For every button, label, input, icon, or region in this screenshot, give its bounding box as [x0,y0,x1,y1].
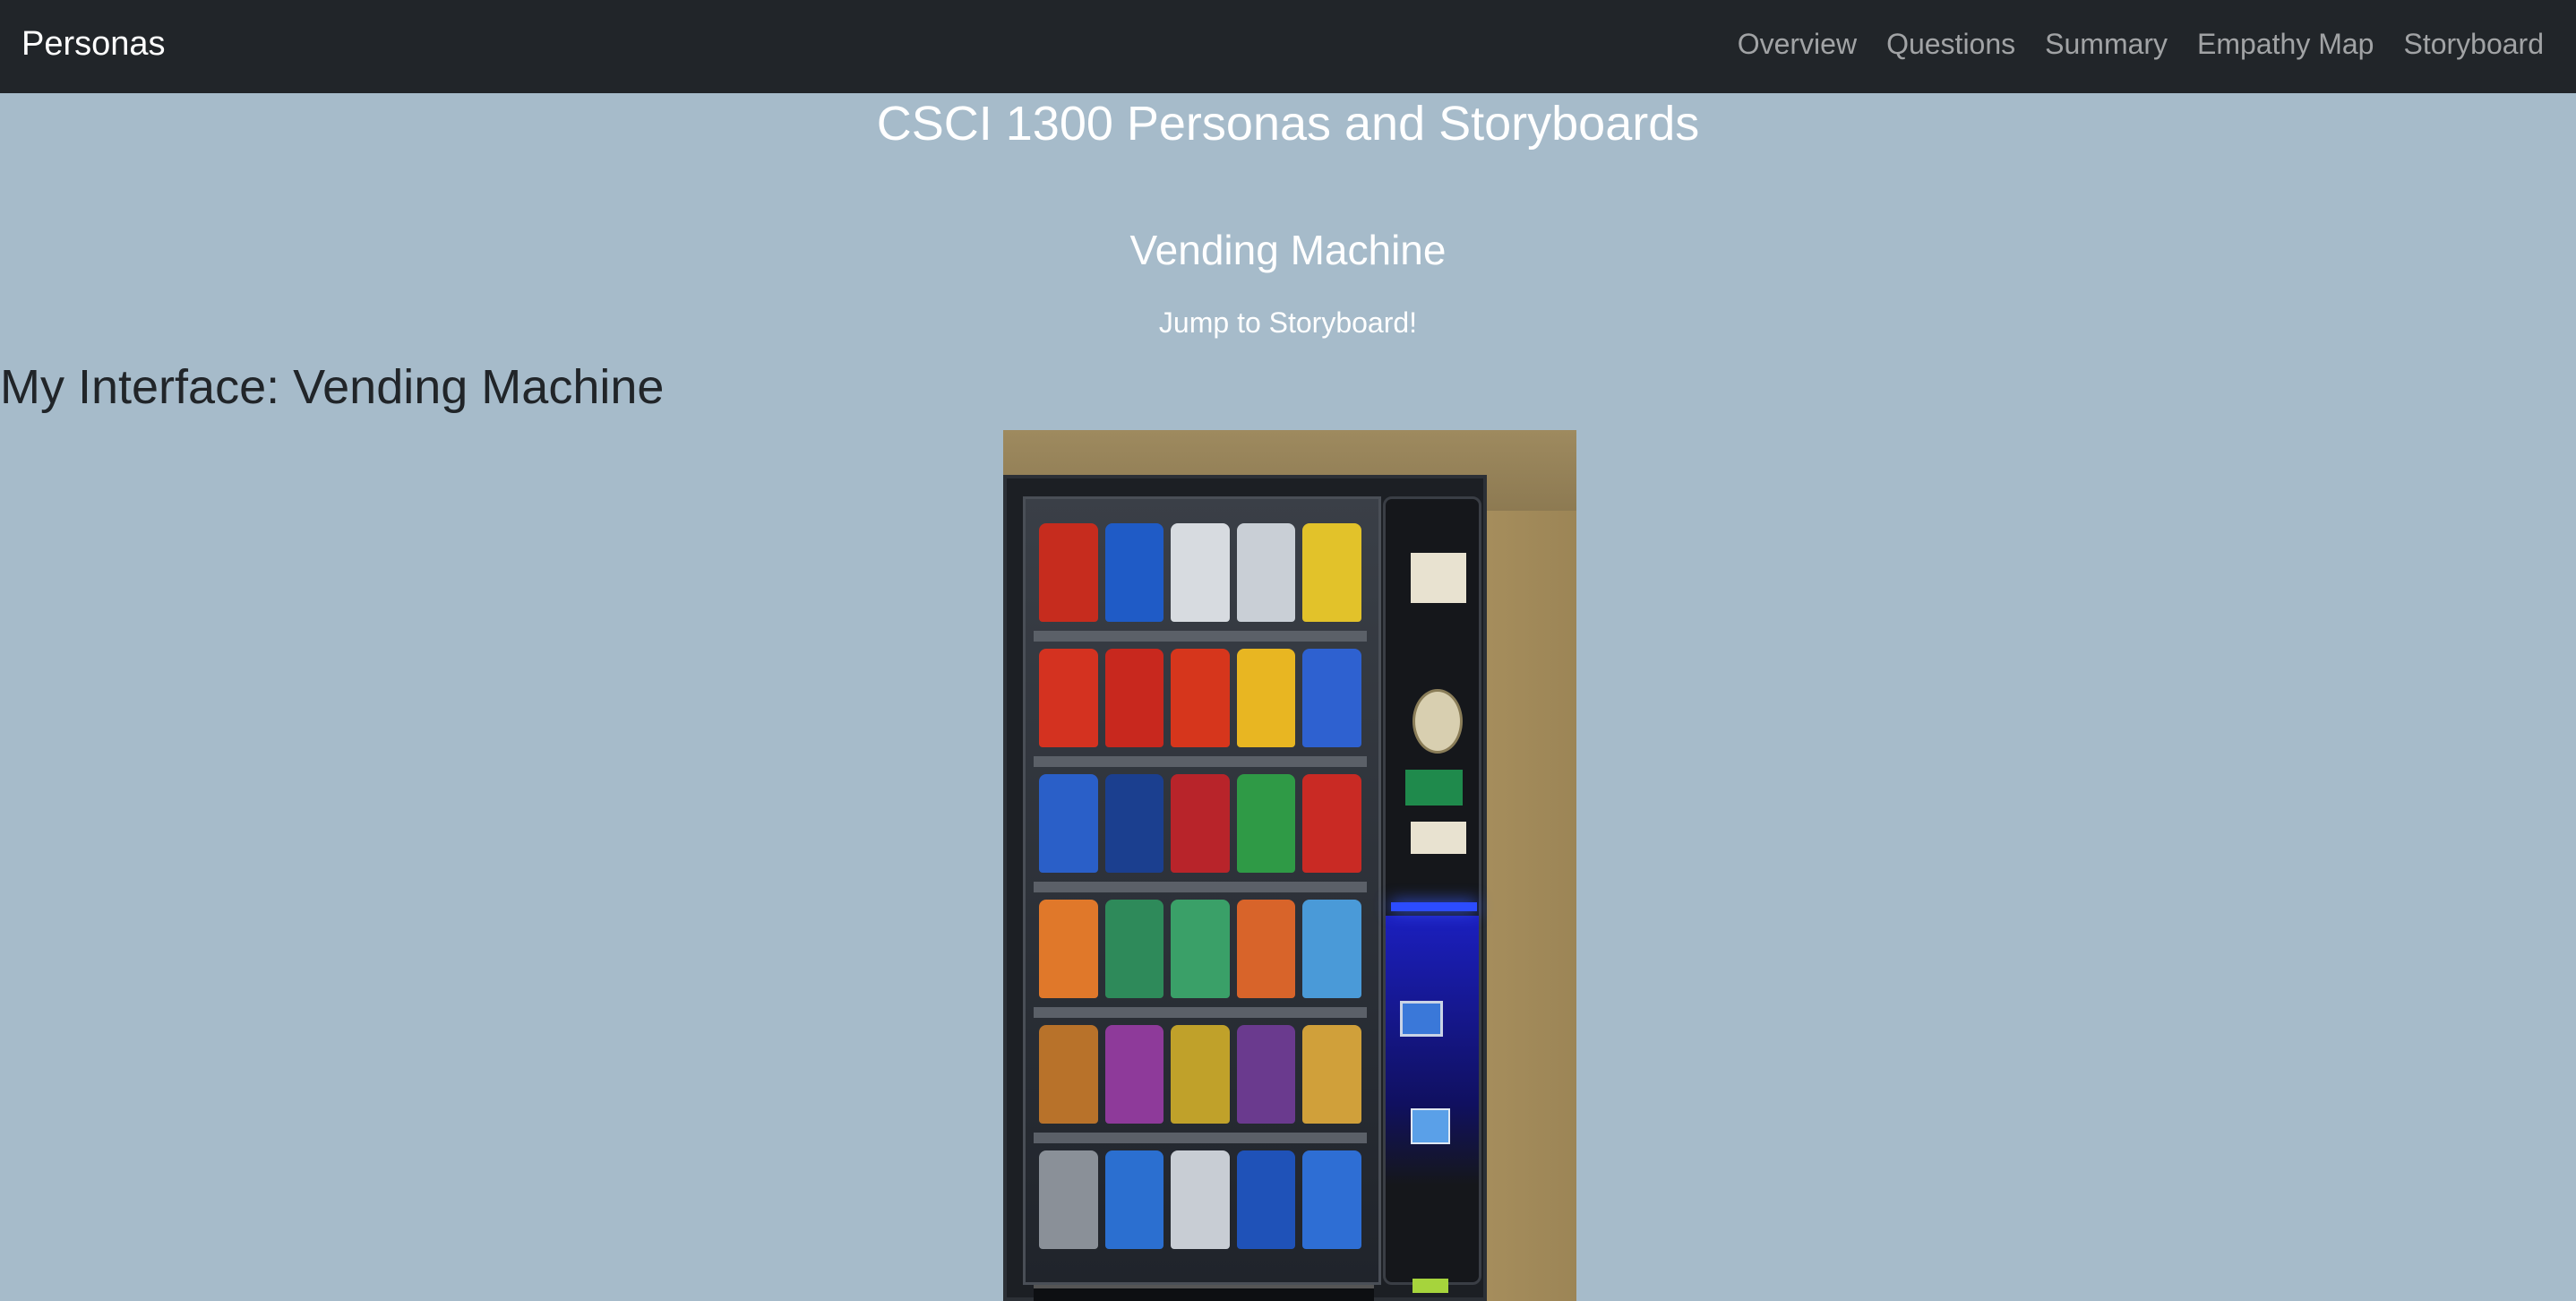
nav-link-summary[interactable]: Summary [2045,25,2168,63]
snack-bag [1104,1150,1164,1249]
snack-row [1039,523,1361,622]
vending-machine-cabinet [1003,475,1487,1301]
display-screen-icon [1400,1001,1443,1037]
snack-row [1039,900,1361,998]
snack-bag [1171,649,1230,747]
snack-bag [1302,649,1361,747]
snack-row [1039,1150,1361,1249]
snack-bag [1104,900,1164,998]
snack-bag [1039,649,1098,747]
vending-machine-photo [1003,430,1576,1301]
shelf [1034,882,1367,892]
snack-row [1039,1025,1361,1124]
nav-link-empathy-map[interactable]: Empathy Map [2197,25,2374,63]
snack-bag [1039,1025,1098,1124]
page-title: CSCI 1300 Personas and Storyboards [876,97,1700,151]
snack-bag [1104,649,1164,747]
snack-bag [1236,523,1296,622]
nav-links: Overview Questions Summary Empathy Map S… [1738,25,2544,63]
snack-bag [1104,523,1164,622]
jump-to-storyboard-link[interactable]: Jump to Storyboard! [1159,306,1417,339]
shelf [1034,1133,1367,1143]
section-heading: My Interface: Vending Machine [0,360,665,414]
snack-bag [1236,774,1296,873]
vending-control-panel [1383,496,1481,1293]
card-reader-icon [1411,1108,1450,1144]
nav-link-storyboard[interactable]: Storyboard [2403,25,2544,63]
snack-bag [1039,774,1098,873]
info-sticker [1411,553,1466,603]
snack-bag [1171,1150,1230,1249]
panel-glow [1386,916,1479,1185]
snack-bag [1171,523,1230,622]
snack-bag [1302,900,1361,998]
product-bin [1034,1285,1374,1301]
notice-sticker [1411,822,1466,854]
shelf [1034,756,1367,767]
nav-link-questions[interactable]: Questions [1886,25,2015,63]
flex-points-sticker [1413,689,1463,754]
snack-bag [1104,1025,1164,1124]
snack-bag [1171,900,1230,998]
snack-bag [1236,649,1296,747]
shelf [1034,1007,1367,1018]
snack-bag [1039,900,1098,998]
bill-slot-icon [1413,1279,1448,1293]
snack-bag [1302,1025,1361,1124]
snack-bag [1236,1150,1296,1249]
snack-bag [1236,1025,1296,1124]
led-strip [1391,902,1477,911]
snack-bag [1171,1025,1230,1124]
cashless-sticker [1405,770,1463,806]
shelf [1034,631,1367,642]
snack-bag [1302,1150,1361,1249]
snack-bag [1171,774,1230,873]
navbar-brand[interactable]: Personas [21,23,166,65]
top-navbar: Personas Overview Questions Summary Empa… [0,0,2576,93]
nav-link-overview[interactable]: Overview [1738,25,1857,63]
snack-bag [1302,774,1361,873]
snack-bag [1302,523,1361,622]
snack-bag [1039,523,1098,622]
snack-bag [1039,1150,1098,1249]
snack-row [1039,774,1361,873]
snack-row [1039,649,1361,747]
snack-bag [1104,774,1164,873]
jump-to-storyboard: Jump to Storyboard! [0,305,2576,340]
snack-bag [1236,900,1296,998]
page-subtitle: Vending Machine [1129,227,1447,273]
